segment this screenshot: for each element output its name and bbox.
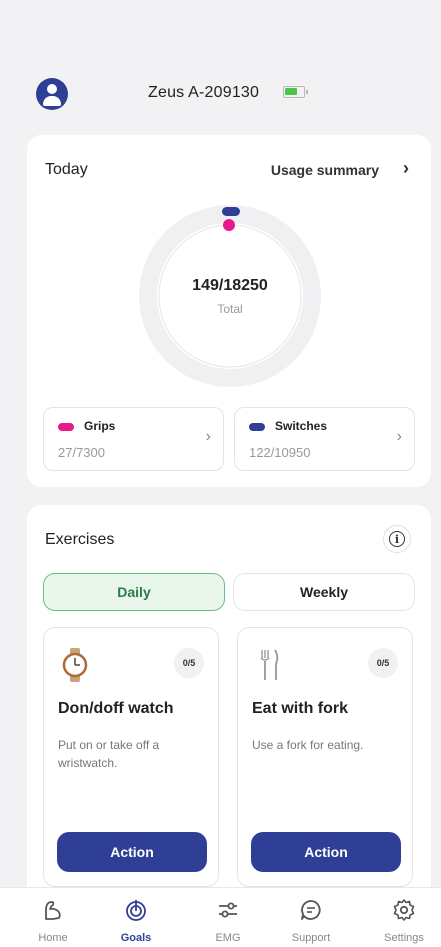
tab-goals[interactable]: Goals: [101, 888, 171, 947]
exercise-name: Don/doff watch: [58, 700, 174, 717]
chevron-right-icon: ›: [205, 428, 211, 445]
today-card: Today Usage summary › 149/18250 Total Gr…: [27, 135, 431, 487]
grips-stat-card[interactable]: Grips 27/7300 ›: [43, 407, 224, 471]
switches-label: Switches: [275, 419, 328, 433]
tab-home[interactable]: Home: [18, 888, 88, 947]
chevron-right-icon[interactable]: ›: [403, 158, 409, 179]
grips-color-pill: [58, 423, 74, 431]
battery-icon: [283, 86, 308, 98]
fork-knife-icon: [260, 649, 279, 680]
ring-track: [139, 205, 321, 387]
ring-inner-line: [158, 224, 302, 368]
total-count: 149/18250: [192, 277, 268, 294]
tab-label: Support: [291, 932, 331, 944]
grips-label: Grips: [84, 419, 116, 433]
tab-label: Home: [38, 932, 68, 944]
tab-weekly[interactable]: Weekly: [233, 573, 415, 611]
chat-icon: [301, 900, 321, 920]
exercise-description: Put on or take off a wristwatch.: [58, 738, 160, 770]
arm-icon: [45, 901, 61, 920]
tab-label: Settings: [384, 932, 424, 944]
action-button[interactable]: Action: [251, 832, 401, 872]
avatar-icon[interactable]: [36, 78, 68, 110]
exercise-description: Use a fork for eating.: [252, 738, 364, 752]
device-header: Zeus A-209130: [0, 70, 441, 120]
exercise-progress-badge: 0/5: [174, 648, 204, 678]
switches-progress-marker: [222, 207, 240, 216]
exercise-progress-badge: 0/5: [368, 648, 398, 678]
usage-summary-link[interactable]: Usage summary: [271, 162, 379, 178]
tab-label: EMG: [215, 932, 241, 944]
grips-value: 27/7300: [58, 445, 105, 460]
target-icon: [126, 900, 146, 921]
exercise-card-watch[interactable]: 0/5 Don/doff watch Put on or take off a …: [43, 627, 219, 887]
progress-ring: 149/18250 Total: [135, 201, 325, 391]
tab-label: Goals: [120, 932, 152, 944]
switches-value: 122/10950: [249, 445, 311, 460]
info-icon: i: [389, 531, 405, 547]
exercises-card: Exercises i Daily Weekly 0/5 Don/doff wa…: [27, 505, 431, 905]
total-label: Total: [217, 302, 243, 316]
exercises-title: Exercises: [45, 531, 115, 548]
info-button[interactable]: i: [383, 525, 411, 553]
sliders-icon: [219, 902, 237, 918]
chevron-right-icon: ›: [396, 428, 402, 445]
switches-stat-card[interactable]: Switches 122/10950 ›: [234, 407, 415, 471]
action-button[interactable]: Action: [57, 832, 207, 872]
gear-icon: [393, 899, 415, 921]
switches-color-pill: [249, 423, 265, 431]
exercise-name: Eat with fork: [252, 700, 349, 717]
grips-progress-marker: [223, 219, 235, 231]
device-name: Zeus A-209130: [148, 84, 260, 101]
bottom-tab-bar: Home Goals EMG Support Settings: [0, 887, 441, 947]
tab-emg[interactable]: EMG: [193, 888, 263, 947]
exercise-card-fork[interactable]: 0/5 Eat with fork Use a fork for eating.…: [237, 627, 413, 887]
tab-support[interactable]: Support: [276, 888, 346, 947]
tab-settings[interactable]: Settings: [369, 888, 439, 947]
tab-daily[interactable]: Daily: [43, 573, 225, 611]
watch-icon: [62, 648, 88, 682]
today-title: Today: [45, 161, 88, 178]
